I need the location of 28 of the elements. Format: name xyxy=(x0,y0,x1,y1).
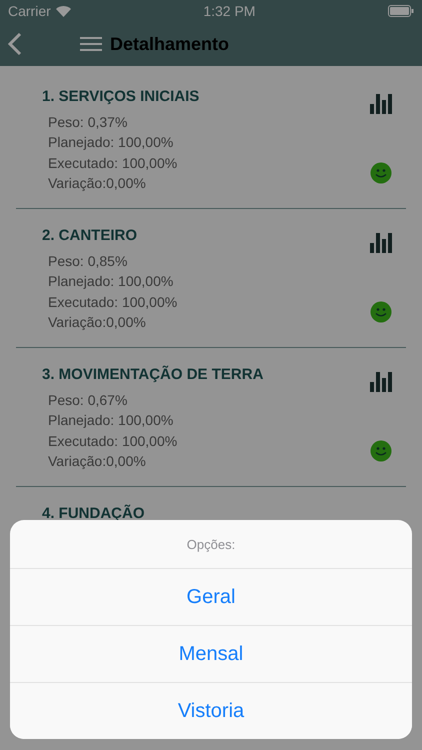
sheet-title: Opções: xyxy=(186,536,236,552)
item-detail: Variação:0,00% xyxy=(48,452,147,472)
item-detail: Peso: 0,37% xyxy=(48,112,128,132)
item-title: 2. CANTEIRO xyxy=(42,227,138,245)
item-detail: Planejado: 100,00% xyxy=(48,411,174,430)
item-title: 4. FUNDAÇÃO xyxy=(42,505,146,523)
smiley-icon xyxy=(370,440,392,462)
screen-title: Detalhamento xyxy=(110,34,230,54)
time-label: 1:32 PM xyxy=(203,3,256,19)
smiley-icon xyxy=(370,301,392,323)
item-detail: Planejado: 100,00% xyxy=(48,133,174,152)
back-icon[interactable] xyxy=(8,33,22,55)
wifi-icon xyxy=(56,6,71,16)
item-detail: Executado: 100,00% xyxy=(48,154,178,173)
item-detail: Planejado: 100,00% xyxy=(48,272,174,292)
item-detail: Variação:0,00% xyxy=(48,313,147,332)
item-detail: Peso: 0,85% xyxy=(48,252,128,271)
item-detail: Executado: 100,00% xyxy=(48,432,178,451)
item-detail: Executado: 100,00% xyxy=(48,292,178,312)
option-button[interactable]: Vistoria xyxy=(10,682,412,739)
smiley-icon xyxy=(370,162,392,184)
item-detail: Variação:0,00% xyxy=(48,174,147,194)
item-detail: Peso: 0,67% xyxy=(48,390,128,410)
carrier-label: Carrier xyxy=(8,3,51,19)
item-title: 3. MOVIMENTAÇÃO DE TERRA xyxy=(42,366,264,384)
battery-icon xyxy=(388,5,414,17)
item-title: 1. SERVIÇOS INICIAIS xyxy=(42,88,200,106)
menu-icon[interactable] xyxy=(80,36,102,52)
